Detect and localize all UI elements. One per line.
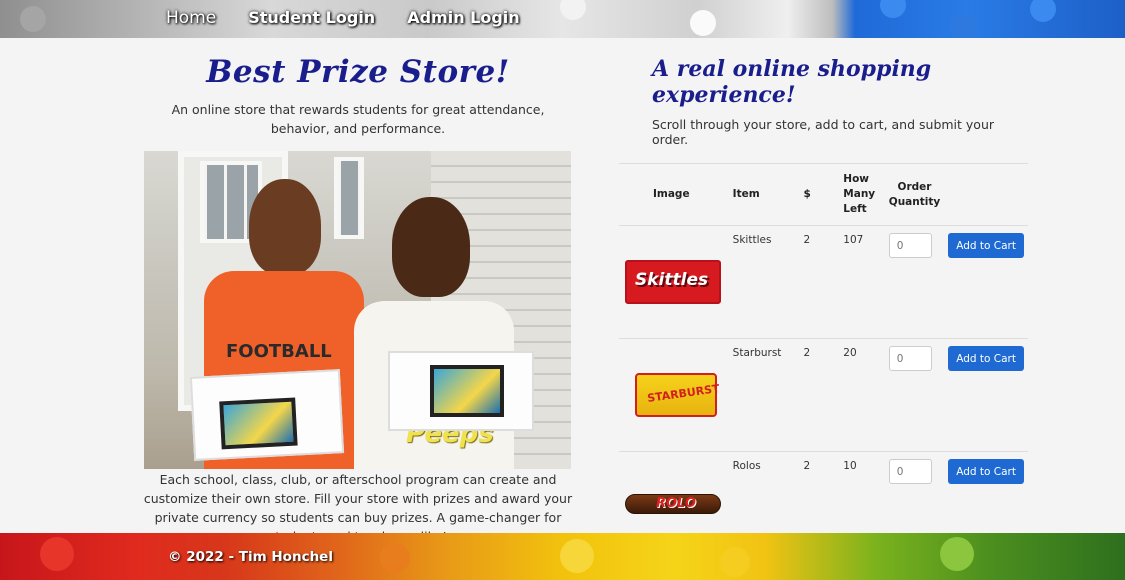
photo-tablet-box	[388, 351, 534, 431]
product-image-cell: Skittles	[619, 225, 729, 339]
product-logo-text: ROLO	[656, 496, 696, 511]
product-table: Image Item $ How Many Left Order Quantit…	[619, 163, 1028, 565]
photo-tablet-screen	[219, 397, 298, 450]
photo-tablet-box	[189, 369, 345, 461]
add-to-cart-button[interactable]: Add to Cart	[948, 459, 1024, 484]
quantity-input[interactable]	[888, 233, 932, 258]
product-logo-text: Skittles	[635, 270, 709, 290]
intro-text: An online store that rewards students fo…	[171, 102, 545, 136]
header-action	[944, 163, 1028, 226]
brick-stud-icon	[560, 539, 594, 573]
product-price: 2	[799, 225, 840, 339]
section-title: A real online shopping experience!	[652, 56, 932, 108]
product-logo-text: STARBURST	[646, 381, 721, 406]
section-subtitle: Scroll through your store, add to cart, …	[652, 117, 995, 147]
main-nav: Home Student Login Admin Login	[166, 8, 520, 28]
header-how-many-left: How Many Left	[839, 163, 885, 226]
header-price: $	[799, 163, 840, 226]
photo-window	[334, 157, 364, 239]
header-banner: Home Student Login Admin Login	[0, 0, 1125, 38]
product-name: Skittles	[728, 225, 800, 339]
nav-admin-login-link[interactable]: Admin Login	[407, 8, 519, 28]
add-to-cart-button[interactable]: Add to Cart	[948, 233, 1024, 258]
add-to-cart-button[interactable]: Add to Cart	[948, 346, 1024, 371]
footer-copyright: © 2022 - Tim Honchel	[168, 549, 333, 565]
table-header-row: Image Item $ How Many Left Order Quantit…	[619, 163, 1028, 226]
header-order-quantity: Order Quantity	[884, 163, 945, 226]
skittles-image: Skittles	[625, 260, 721, 304]
brick-stud-icon	[1030, 0, 1056, 22]
brick-stud-icon	[940, 537, 974, 571]
store-preview-section: A real online shopping experience! Scrol…	[619, 50, 1028, 565]
students-photo: FOOTBALL Peeps	[144, 151, 571, 469]
product-image-cell: STARBURST	[619, 338, 729, 452]
brick-stud-icon	[720, 547, 750, 577]
footer-banner: © 2022 - Tim Honchel	[0, 533, 1125, 580]
starburst-image: STARBURST	[635, 373, 721, 417]
brick-stud-icon	[20, 6, 46, 32]
nav-home-link[interactable]: Home	[166, 8, 216, 28]
header-item: Item	[728, 163, 800, 226]
quantity-input[interactable]	[888, 459, 932, 484]
action-cell: Add to Cart	[944, 225, 1028, 339]
product-price: 2	[799, 338, 840, 452]
photo-tablet-screen	[430, 365, 504, 417]
product-stock: 20	[839, 338, 885, 452]
photo-boy-head	[249, 179, 321, 275]
brick-stud-icon	[690, 10, 716, 36]
brick-stud-icon	[880, 0, 906, 18]
product-stock: 107	[839, 225, 885, 339]
page-title: Best Prize Store!	[206, 54, 510, 90]
brick-stud-icon	[950, 14, 976, 38]
brick-stud-icon	[380, 543, 410, 573]
product-name: Starburst	[728, 338, 800, 452]
rolos-image: ROLO	[625, 494, 721, 514]
table-row: Skittles Skittles 2 107 Add to Cart	[619, 225, 1028, 339]
action-cell: Add to Cart	[944, 338, 1028, 452]
intro-section: Best Prize Store! An online store that r…	[140, 50, 576, 544]
photo-girl-head	[392, 197, 470, 297]
nav-student-login-link[interactable]: Student Login	[248, 8, 375, 28]
header-image: Image	[619, 163, 729, 226]
photo-shirt-text: FOOTBALL	[226, 341, 332, 362]
table-row: STARBURST Starburst 2 20 Add to Cart	[619, 338, 1028, 452]
brick-stud-icon	[560, 0, 586, 20]
quantity-input[interactable]	[888, 346, 932, 371]
quantity-cell	[884, 225, 945, 339]
quantity-cell	[884, 338, 945, 452]
brick-stud-icon	[40, 537, 74, 571]
